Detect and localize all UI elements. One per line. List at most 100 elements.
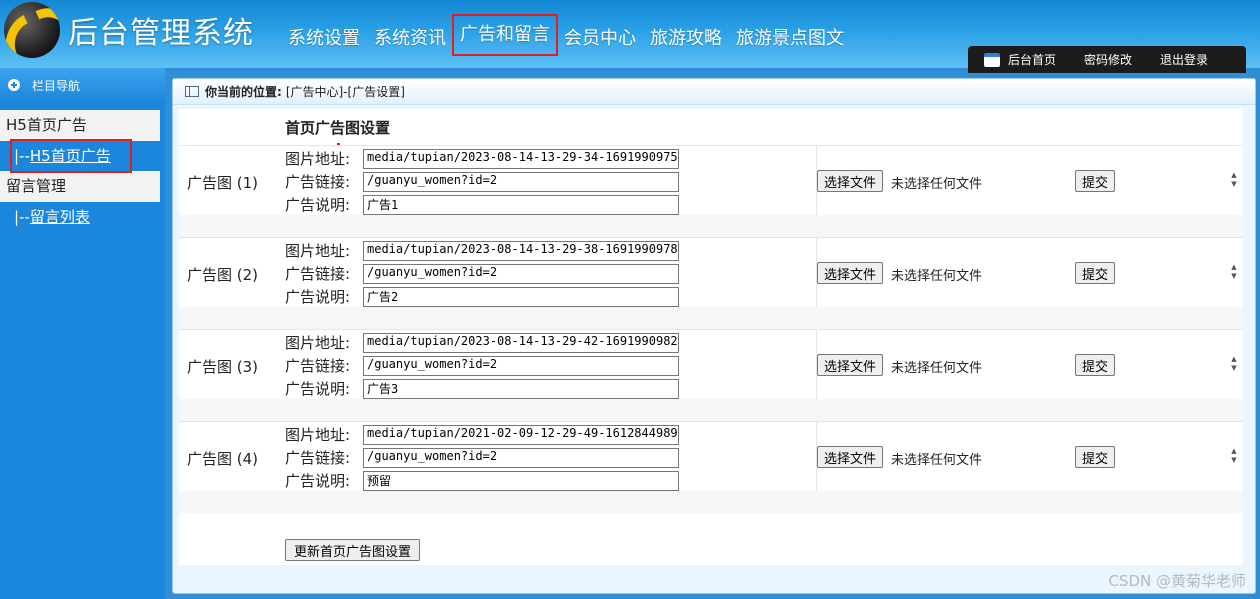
- submit-button[interactable]: 提交: [1075, 446, 1116, 468]
- submit-button[interactable]: 提交: [1075, 354, 1116, 376]
- link-label: 广告链接:: [285, 173, 351, 191]
- image-field: 图片地址: media/tupian/2023-08-14-13-29-42-1…: [285, 332, 679, 353]
- nav-travel-guides[interactable]: 旅游攻略: [650, 24, 722, 54]
- sidebar-header: 栏目导航: [0, 68, 165, 102]
- ad-name: 广告图 (3): [187, 358, 259, 376]
- update-ad-settings-button[interactable]: 更新首页广告图设置: [285, 539, 421, 561]
- desc-field: 广告说明: 广告3: [285, 378, 679, 399]
- row-gap: [179, 215, 1243, 237]
- app-title: 后台管理系统: [68, 16, 254, 51]
- link-label: 广告链接:: [285, 449, 351, 467]
- nav-system-news[interactable]: 系统资讯: [374, 24, 446, 54]
- ad-row: 广告图 (3) 图片地址: media/tupian/2023-08-14-13…: [179, 329, 1243, 400]
- image-input[interactable]: media/tupian/2023-08-14-13-29-34-1691990…: [363, 148, 679, 169]
- submit-button[interactable]: 提交: [1075, 170, 1116, 192]
- ad-row: 广告图 (2) 图片地址: media/tupian/2023-08-14-13…: [179, 237, 1243, 308]
- sidebar-item-h5-ads[interactable]: |--H5首页广告: [10, 139, 132, 173]
- image-input[interactable]: media/tupian/2023-08-14-13-29-38-1691990…: [363, 240, 679, 261]
- row-gap: [179, 399, 1243, 421]
- sidebar-section-messages[interactable]: 留言管理: [0, 171, 160, 202]
- choose-file-button[interactable]: 选择文件: [817, 170, 884, 192]
- image-label: 图片地址:: [285, 150, 351, 168]
- image-label: 图片地址:: [285, 242, 351, 260]
- form-title: 首页广告图设置: [285, 119, 391, 137]
- desc-input[interactable]: 广告1: [363, 194, 679, 215]
- sidebar-item-message-list[interactable]: |--留言列表: [0, 202, 165, 233]
- ad-name: 广告图 (2): [187, 266, 259, 284]
- quick-bar: 后台首页 密码修改 退出登录: [968, 46, 1246, 73]
- link-label: 广告链接:: [285, 357, 351, 375]
- row-gap: [179, 491, 1243, 513]
- desc-label: 广告说明:: [285, 472, 351, 490]
- change-password-link[interactable]: 密码修改: [1084, 51, 1132, 68]
- logo-icon: [4, 2, 60, 58]
- image-field: 图片地址: media/tupian/2023-08-14-13-29-34-1…: [285, 148, 679, 169]
- desc-label: 广告说明:: [285, 196, 351, 214]
- top-nav: 系统设置 系统资讯 广告和留言 会员中心 旅游攻略 旅游景点图文: [288, 14, 858, 56]
- file-status: 未选择任何文件: [891, 269, 983, 284]
- breadcrumb: 你当前的位置: [广告中心]-[广告设置]: [173, 79, 1255, 105]
- watermark: CSDN @黄菊华老师: [1108, 572, 1246, 590]
- image-label: 图片地址:: [285, 334, 351, 352]
- nav-scenic-articles[interactable]: 旅游景点图文: [736, 24, 844, 54]
- sidebar-title: 栏目导航: [32, 78, 81, 93]
- image-input[interactable]: media/tupian/2021-02-09-12-29-49-1612844…: [363, 424, 679, 445]
- sidebar-item-prefix: |--: [14, 147, 30, 165]
- spinner-arrows-icon[interactable]: ▲ ▼: [1228, 355, 1240, 375]
- ad-name: 广告图 (1): [187, 174, 259, 192]
- desc-label: 广告说明:: [285, 380, 351, 398]
- sidebar: 栏目导航 H5首页广告 |--H5首页广告 留言管理 |--留言列表: [0, 68, 165, 599]
- desc-field: 广告说明: 广告1: [285, 194, 679, 215]
- ad-row: 广告图 (1) 图片地址: media/tupian/2023-08-14-13…: [179, 145, 1243, 216]
- desc-input[interactable]: 广告2: [363, 286, 679, 307]
- desc-field: 广告说明: 预留: [285, 470, 679, 491]
- nav-member-center[interactable]: 会员中心: [564, 24, 636, 54]
- file-status: 未选择任何文件: [891, 361, 983, 376]
- spinner-arrows-icon[interactable]: ▲ ▼: [1228, 171, 1240, 191]
- breadcrumb-path: [广告中心]-[广告设置]: [285, 85, 405, 99]
- link-field: 广告链接: /guanyu_women?id=2: [285, 263, 679, 284]
- link-field: 广告链接: /guanyu_women?id=2: [285, 171, 679, 192]
- file-status: 未选择任何文件: [891, 177, 983, 192]
- ad-name: 广告图 (4): [187, 450, 259, 468]
- sidebar-item-label: H5首页广告: [29, 147, 111, 165]
- sidebar-item-prefix: |--: [14, 208, 30, 226]
- calendar-icon: [984, 52, 1000, 67]
- link-label: 广告链接:: [285, 265, 351, 283]
- sidebar-section-h5-ads[interactable]: H5首页广告: [0, 110, 160, 141]
- sidebar-item-label: 留言列表: [29, 208, 90, 226]
- desc-label: 广告说明:: [285, 288, 351, 306]
- image-input[interactable]: media/tupian/2023-08-14-13-29-42-1691990…: [363, 332, 679, 353]
- image-field: 图片地址: media/tupian/2021-02-09-12-29-49-1…: [285, 424, 679, 445]
- desc-input[interactable]: 广告3: [363, 378, 679, 399]
- file-status: 未选择任何文件: [891, 453, 983, 468]
- link-input[interactable]: /guanyu_women?id=2: [363, 447, 679, 468]
- logout-link[interactable]: 退出登录: [1160, 51, 1208, 68]
- row-gap: [179, 307, 1243, 329]
- choose-file-button[interactable]: 选择文件: [817, 446, 884, 468]
- image-label: 图片地址:: [285, 426, 351, 444]
- plus-circle-icon: [8, 79, 20, 91]
- ad-settings-form: 首页广告图设置 广告图 (1) 图片地址: media/tupian/2023-…: [179, 109, 1243, 565]
- link-input[interactable]: /guanyu_women?id=2: [363, 355, 679, 376]
- desc-input[interactable]: 预留: [363, 470, 679, 491]
- link-input[interactable]: /guanyu_women?id=2: [363, 263, 679, 284]
- desc-field: 广告说明: 广告2: [285, 286, 679, 307]
- choose-file-button[interactable]: 选择文件: [817, 262, 884, 284]
- link-field: 广告链接: /guanyu_women?id=2: [285, 447, 679, 468]
- nav-ads-messages[interactable]: 广告和留言: [452, 14, 558, 56]
- image-field: 图片地址: media/tupian/2023-08-14-13-29-38-1…: [285, 240, 679, 261]
- breadcrumb-label: 你当前的位置:: [205, 85, 282, 99]
- top-header: 后台管理系统 系统设置 系统资讯 广告和留言 会员中心 旅游攻略 旅游景点图文 …: [0, 0, 1260, 73]
- home-link[interactable]: 后台首页: [1008, 51, 1056, 68]
- ad-row: 广告图 (4) 图片地址: media/tupian/2021-02-09-12…: [179, 421, 1243, 492]
- link-input[interactable]: /guanyu_women?id=2: [363, 171, 679, 192]
- submit-button[interactable]: 提交: [1075, 262, 1116, 284]
- nav-system-settings[interactable]: 系统设置: [288, 24, 360, 54]
- link-field: 广告链接: /guanyu_women?id=2: [285, 355, 679, 376]
- choose-file-button[interactable]: 选择文件: [817, 354, 884, 376]
- spinner-arrows-icon[interactable]: ▲ ▼: [1228, 263, 1240, 283]
- panel-icon: [185, 86, 199, 97]
- main-panel: 你当前的位置: [广告中心]-[广告设置] 首页广告图设置 广告图 (1) 图片…: [172, 78, 1256, 594]
- spinner-arrows-icon[interactable]: ▲ ▼: [1228, 447, 1240, 467]
